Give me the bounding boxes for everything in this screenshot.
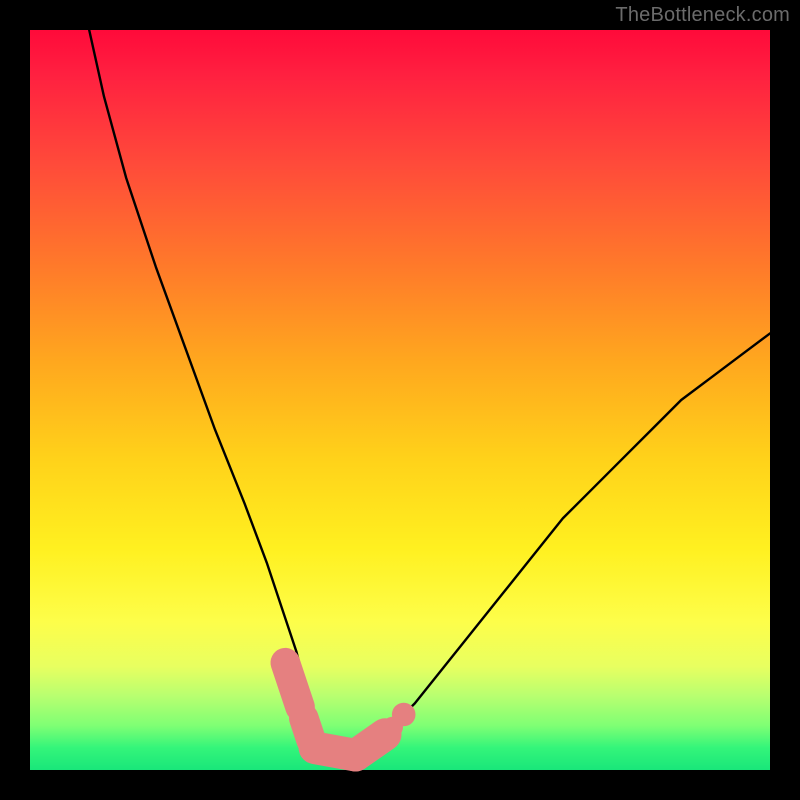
marker-dot — [382, 717, 403, 738]
watermark-label: TheBottleneck.com — [615, 4, 790, 27]
series-path — [89, 30, 770, 755]
curve-line — [89, 30, 770, 755]
curve-markers — [285, 663, 415, 756]
plot-area — [30, 30, 770, 770]
marker-capsule — [285, 663, 300, 707]
marker-capsule — [356, 735, 386, 756]
chart-frame: TheBottleneck.com — [0, 0, 800, 800]
bottleneck-chart — [30, 30, 770, 770]
